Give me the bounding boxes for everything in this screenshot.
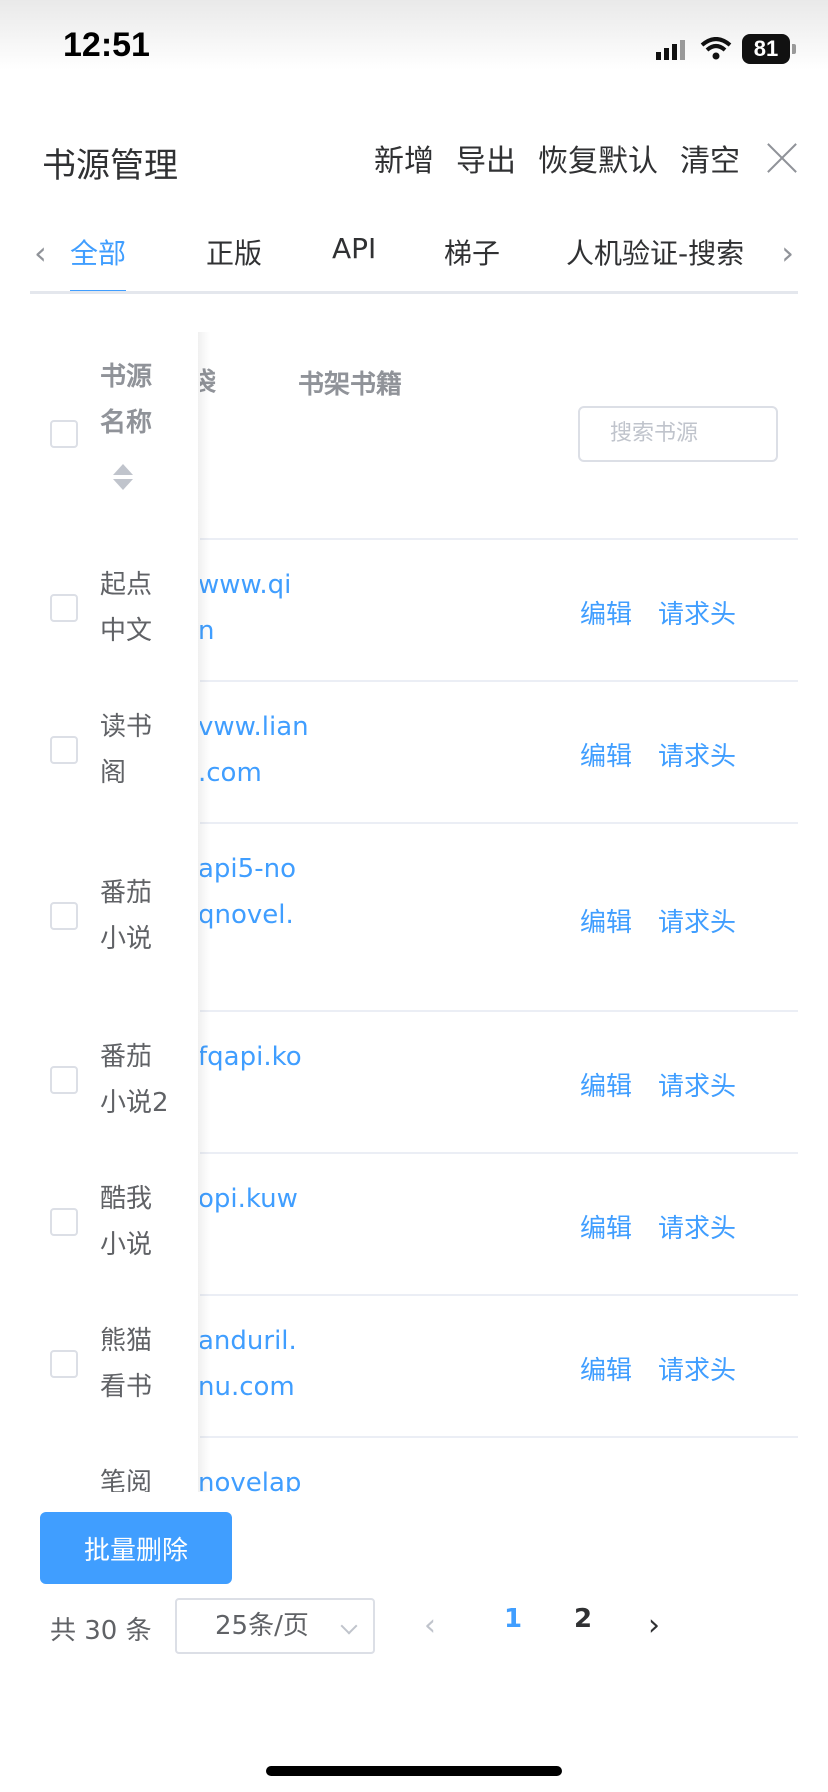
book-source-table: 袋 书架书籍 搜索书源 www.qi n 编辑 请求头 vww.lian .co… xyxy=(30,332,798,1492)
header-actions: 新增 导出 恢复默认 清空 xyxy=(352,136,800,180)
dialog-header: 书源管理 新增 导出 恢复默认 清空 xyxy=(0,110,828,206)
col-header-name[interactable]: 书源 名称 xyxy=(100,354,180,446)
edit-button[interactable]: 编辑 xyxy=(580,736,632,773)
fixed-column: 书源 名称 起点 中文 读书 阁 番茄 小说 番茄 小说2 酷我 小说 熊猫 看… xyxy=(30,332,200,1492)
source-url[interactable]: opi.kuw xyxy=(198,1176,298,1222)
row-checkbox[interactable] xyxy=(50,736,78,764)
page-size-value: 25条/页 xyxy=(215,1611,309,1641)
col-header-shelf-books: 书架书籍 xyxy=(298,370,403,400)
edit-button[interactable]: 编辑 xyxy=(580,902,632,939)
battery-icon: 81 xyxy=(742,34,796,64)
edit-button[interactable]: 编辑 xyxy=(580,594,632,631)
row-checkbox[interactable] xyxy=(50,1208,78,1236)
restore-default-button[interactable]: 恢复默认 xyxy=(538,136,658,180)
tab-captcha-search[interactable]: 人机验证-搜索 xyxy=(566,232,744,272)
total-count: 共 30 条 xyxy=(50,1616,152,1646)
row-checkbox[interactable] xyxy=(50,594,78,622)
table-footer: 批量删除 共 30 条 25条/页 ‹ 1 2 › xyxy=(0,1492,828,1692)
select-all-checkbox[interactable] xyxy=(50,420,78,448)
page-number-2[interactable]: 2 xyxy=(574,1604,592,1634)
search-input[interactable]: 搜索书源 xyxy=(578,406,778,462)
clear-button[interactable]: 清空 xyxy=(680,136,740,180)
close-icon[interactable] xyxy=(764,140,800,176)
source-url[interactable]: anduril. nu.com xyxy=(198,1318,297,1410)
fixed-column-shadow xyxy=(198,332,210,1492)
source-name: 起点 中文 xyxy=(100,570,153,646)
sort-icon[interactable] xyxy=(113,464,133,492)
home-indicator xyxy=(266,1766,562,1776)
active-tab-indicator xyxy=(70,290,126,291)
export-button[interactable]: 导出 xyxy=(456,136,516,180)
tab-proxy[interactable]: 梯子 xyxy=(444,232,500,272)
page-size-select[interactable]: 25条/页 xyxy=(175,1598,375,1654)
source-url[interactable]: api5-no qnovel. xyxy=(198,846,296,938)
tab-official[interactable]: 正版 xyxy=(206,232,262,272)
tab-api[interactable]: API xyxy=(332,232,376,265)
source-name: 番茄 小说2 xyxy=(100,1042,169,1118)
source-name: 笔阅 xyxy=(100,1468,153,1492)
col-header-name-line1: 书源 xyxy=(100,362,153,392)
status-icons: 81 xyxy=(656,34,796,64)
cellular-signal-icon xyxy=(656,40,685,60)
request-header-button[interactable]: 请求头 xyxy=(658,736,736,773)
request-header-button[interactable]: 请求头 xyxy=(658,1208,736,1245)
request-header-button[interactable]: 请求头 xyxy=(658,1066,736,1103)
source-url[interactable]: vww.lian .com xyxy=(198,704,309,796)
row-checkbox[interactable] xyxy=(50,902,78,930)
request-header-button[interactable]: 请求头 xyxy=(658,902,736,939)
tab-scroll-left-icon[interactable]: ‹ xyxy=(34,234,47,272)
tab-scroll-right-icon[interactable]: › xyxy=(781,234,794,272)
source-name: 番茄 小说 xyxy=(100,878,153,954)
source-name: 酷我 小说 xyxy=(100,1184,153,1260)
tab-strip: 全部 正版 API 梯子 人机验证-搜索 xyxy=(70,232,768,291)
next-page-icon[interactable]: › xyxy=(648,1608,660,1643)
prev-page-icon[interactable]: ‹ xyxy=(424,1608,436,1643)
source-url[interactable]: fqapi.ko xyxy=(198,1034,302,1080)
source-name: 读书 阁 xyxy=(100,712,153,788)
edit-button[interactable]: 编辑 xyxy=(580,1350,632,1387)
source-name: 熊猫 看书 xyxy=(100,1326,153,1402)
page-title: 书源管理 xyxy=(42,146,178,186)
batch-delete-button[interactable]: 批量删除 xyxy=(40,1512,232,1584)
add-button[interactable]: 新增 xyxy=(374,136,434,180)
wifi-icon xyxy=(700,37,732,60)
row-checkbox[interactable] xyxy=(50,1350,78,1378)
edit-button[interactable]: 编辑 xyxy=(580,1208,632,1245)
source-url[interactable]: novelap xyxy=(198,1460,301,1492)
tab-bar: ‹ 全部 正版 API 梯子 人机验证-搜索 › xyxy=(30,222,798,294)
tab-all[interactable]: 全部 xyxy=(70,232,126,272)
status-time: 12:51 xyxy=(63,26,150,64)
request-header-button[interactable]: 请求头 xyxy=(658,594,736,631)
col-header-name-line2: 名称 xyxy=(100,408,153,438)
chevron-down-icon xyxy=(340,1617,358,1635)
page-number-1[interactable]: 1 xyxy=(504,1604,522,1634)
edit-button[interactable]: 编辑 xyxy=(580,1066,632,1103)
request-header-button[interactable]: 请求头 xyxy=(658,1350,736,1387)
source-url[interactable]: www.qi n xyxy=(198,562,291,654)
row-checkbox[interactable] xyxy=(50,1066,78,1094)
status-bar: 12:51 81 xyxy=(0,0,828,100)
